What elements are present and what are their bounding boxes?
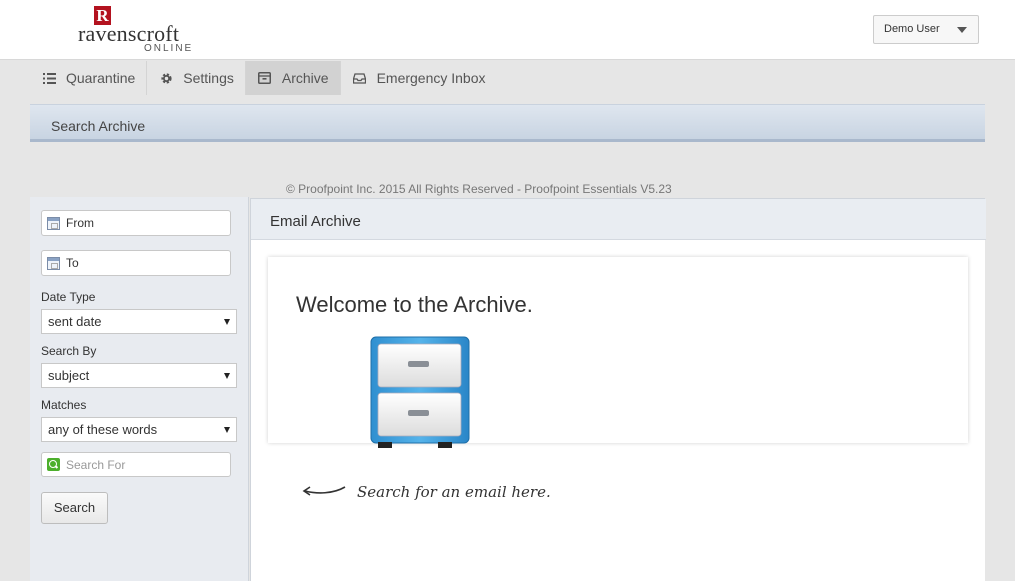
search-for-placeholder: Search For [66,457,126,472]
dropdown-arrow-icon [224,373,230,379]
tab-quarantine[interactable]: Quarantine [30,61,148,95]
header: R ravenscroft ONLINE Demo User [0,0,1015,60]
page-title: Search Archive [51,118,146,134]
to-date-field[interactable]: To [41,250,231,276]
search-by-label: Search By [41,344,97,358]
caret-down-icon [957,27,967,33]
search-by-select[interactable]: subject [41,363,237,388]
tab-settings-label: Settings [183,70,234,86]
filing-cabinet-icon [370,336,470,448]
curved-arrow-icon [302,486,346,496]
user-menu-dropdown[interactable]: Demo User [873,15,979,44]
section-header-band: Search Archive [30,104,985,142]
user-menu-label: Demo User [884,23,940,35]
main-nav: Quarantine Settings Archive Emergency In… [30,61,497,95]
inbox-icon [353,71,367,85]
panel-header: Email Archive [251,199,986,240]
welcome-card: Welcome to the Archive. [268,257,968,448]
to-date-placeholder: To [66,256,79,270]
search-sidebar: From To Date Type sent date Search By su… [30,197,249,581]
dropdown-arrow-icon [224,427,230,433]
calendar-icon [47,256,60,270]
tab-emergency-inbox[interactable]: Emergency Inbox [341,61,497,95]
tab-settings[interactable]: Settings [147,61,246,95]
search-by-value: subject [48,368,90,383]
search-button[interactable]: Search [41,492,108,524]
from-date-placeholder: From [66,216,94,230]
calendar-icon [47,216,60,230]
logo-subtitle: ONLINE [144,43,194,54]
date-type-value: sent date [48,314,102,329]
search-for-input[interactable]: Search For [41,452,231,477]
matches-select[interactable]: any of these words [41,417,237,442]
tab-quarantine-label: Quarantine [66,70,136,86]
search-icon [47,458,60,471]
email-archive-panel: Email Archive Welcome to the Archive. Se… [250,198,986,581]
matches-value: any of these words [48,422,158,437]
list-icon [42,71,56,85]
date-type-select[interactable]: sent date [41,309,237,334]
tab-archive-label: Archive [281,70,329,86]
tab-emergency-inbox-label: Emergency Inbox [376,70,486,86]
search-hint-text: Search for an email here. [357,483,551,501]
from-date-field[interactable]: From [41,210,231,236]
gear-icon [159,71,173,85]
ravenscroft-logo[interactable]: R ravenscroft ONLINE [78,5,198,55]
archive-box-icon [258,71,272,85]
dropdown-arrow-icon [224,319,230,325]
date-type-label: Date Type [41,290,96,304]
panel-title: Email Archive [270,213,361,230]
matches-label: Matches [41,398,87,412]
tab-archive[interactable]: Archive [245,61,341,95]
welcome-heading: Welcome to the Archive. [296,292,533,317]
copyright-text: © Proofpoint Inc. 2015 All Rights Reserv… [286,182,672,196]
